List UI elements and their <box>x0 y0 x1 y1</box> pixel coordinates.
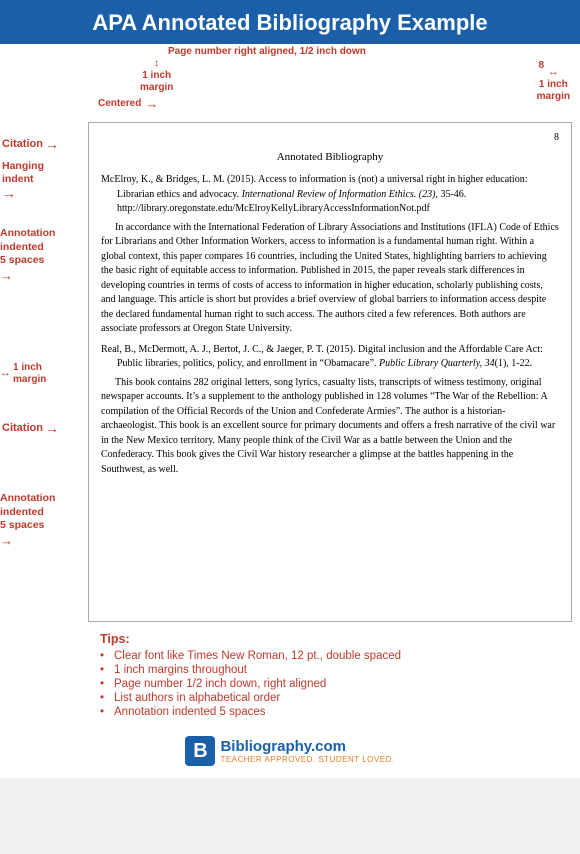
one-inch-margin-top-label: ↕ 1 inch margin <box>140 58 173 94</box>
citation-2-text: Real, B., McDermott, A. J., Bertot, J. C… <box>101 343 559 372</box>
tips-title: Tips: <box>100 632 565 646</box>
tip-item-4: List authors in alphabetical order <box>100 692 565 704</box>
footer-text: Bibliography.com TEACHER APPROVED. STUDE… <box>220 738 394 764</box>
left-annotations: Citation → Hanging indent → Annotation i… <box>0 122 88 622</box>
citation-label-1: Citation → <box>2 136 59 152</box>
one-inch-margin-left-label: ↔ 1 inch margin <box>0 362 46 386</box>
tip-item-3: Page number 1/2 inch down, right aligned <box>100 678 565 690</box>
page-number: 8 <box>101 131 559 146</box>
document-paper: 8 Annotated Bibliography McElroy, K., & … <box>88 122 572 622</box>
annotation-2-text: This book contains 282 original letters,… <box>101 376 559 478</box>
footer-logo: B Bibliography.com TEACHER APPROVED. STU… <box>185 736 394 766</box>
right-margin-label: ↔ 1 inch margin <box>537 66 570 103</box>
page-num-annotation: Page number right aligned, 1/2 inch down <box>168 46 366 57</box>
tips-list: Clear font like Times New Roman, 12 pt.,… <box>100 650 565 718</box>
footer-logo-b: B <box>185 736 215 766</box>
footer: B Bibliography.com TEACHER APPROVED. STU… <box>0 728 580 778</box>
tip-item-1: Clear font like Times New Roman, 12 pt.,… <box>100 650 565 662</box>
citation-1-text: McElroy, K., & Bridges, L. M. (2015). Ac… <box>101 173 559 217</box>
annotation-1-text: In accordance with the International Fed… <box>101 221 559 337</box>
hanging-indent-label: Hanging indent → <box>2 160 44 202</box>
citation-label-2: Citation → <box>2 420 59 436</box>
doc-heading: Annotated Bibliography <box>101 150 559 166</box>
tip-item-2: 1 inch margins throughout <box>100 664 565 676</box>
footer-tagline: TEACHER APPROVED. STUDENT LOVED. <box>220 755 394 764</box>
centered-label: Centered → <box>98 96 158 111</box>
page-title: APA Annotated Bibliography Example <box>0 0 580 44</box>
tip-item-5: Annotation indented 5 spaces <box>100 706 565 718</box>
annotation-indented-label-1: Annotation indented 5 spaces → <box>0 227 55 285</box>
page-wrapper: APA Annotated Bibliography Example Page … <box>0 0 580 778</box>
annotation-indented-label-2: Annotation indented 5 spaces → <box>0 492 55 550</box>
footer-site-name: Bibliography.com <box>220 738 394 755</box>
tips-section: Tips: Clear font like Times New Roman, 1… <box>0 622 580 728</box>
